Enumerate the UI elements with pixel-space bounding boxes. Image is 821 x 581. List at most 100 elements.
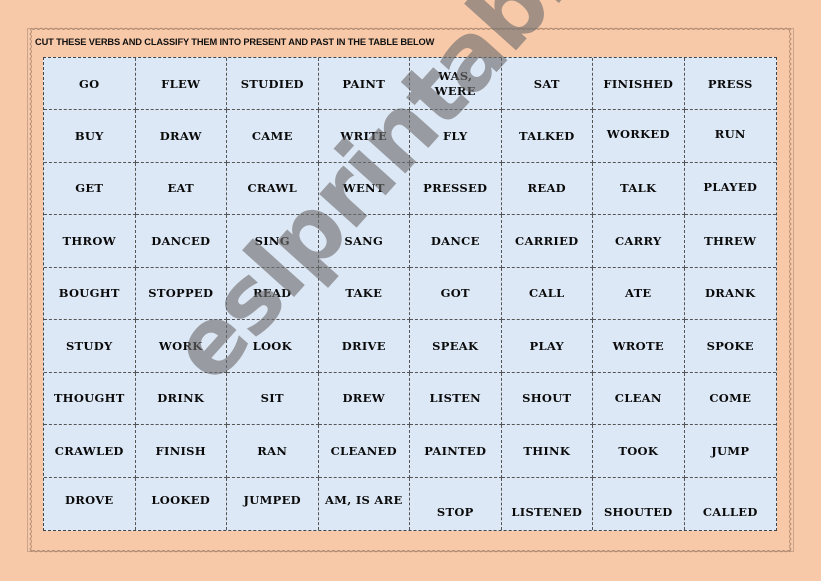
verb-card-label: GOT [440, 286, 470, 301]
verb-card[interactable]: CLEAN [593, 372, 685, 426]
verb-card[interactable]: GET [44, 162, 136, 216]
verb-card[interactable]: PAINTED [410, 425, 502, 478]
verb-card[interactable]: RUN [684, 110, 776, 163]
verb-card[interactable]: DRANK [684, 268, 776, 321]
verb-card-label: CARRIED [515, 233, 579, 248]
verb-card[interactable]: SAT [501, 58, 593, 111]
verb-card[interactable]: DROVE [44, 477, 136, 530]
verb-card-label: THREW [704, 233, 757, 248]
verb-card[interactable]: SIT [227, 372, 319, 426]
verb-card[interactable]: DRIVE [318, 320, 410, 373]
verb-card-label: RUN [714, 127, 746, 142]
verb-card[interactable]: CARRIED [501, 215, 593, 268]
verb-card[interactable]: SHOUTED [593, 477, 685, 530]
verb-card[interactable]: DANCED [135, 215, 227, 268]
verb-card[interactable]: STUDIED [227, 58, 319, 111]
verb-card-label: CLEANED [330, 443, 397, 458]
verb-card[interactable]: PAINT [318, 58, 410, 111]
verb-card[interactable]: TALK [593, 162, 685, 216]
verb-card-label: TALK [620, 181, 657, 196]
verb-card-label: FINISHED [603, 76, 674, 91]
verb-card[interactable]: GOT [410, 267, 502, 321]
verb-card-label: DROVE [64, 492, 114, 507]
verb-card[interactable]: CARRY [593, 215, 685, 268]
verb-card[interactable]: FINISH [135, 425, 227, 478]
verb-card[interactable]: SPEAK [410, 320, 502, 373]
verb-card[interactable]: LOOK [227, 320, 319, 373]
verb-card[interactable]: THROW [44, 215, 136, 268]
verb-card[interactable]: STOP [410, 477, 502, 530]
verb-card[interactable]: TOOK [593, 425, 685, 478]
verb-card[interactable]: WROTE [593, 320, 685, 373]
verb-card[interactable]: CALLED [685, 478, 777, 530]
verb-card[interactable]: SANG [318, 215, 410, 268]
verb-card[interactable]: JUMPED [227, 477, 319, 530]
verb-card-label: COME [709, 391, 752, 406]
verb-card[interactable]: LISTENED [502, 477, 593, 530]
verb-card[interactable]: STOPPED [135, 267, 227, 321]
verb-card-label: LOOKED [151, 492, 211, 507]
verb-card[interactable]: COME [684, 373, 776, 426]
verb-card-label: EAT [167, 181, 195, 196]
verb-card[interactable]: EAT [135, 162, 227, 216]
verb-card[interactable]: WAS, WERE [410, 58, 502, 111]
verb-card[interactable]: GO [44, 58, 136, 111]
verb-card[interactable]: DRAW [135, 110, 227, 163]
verb-card[interactable]: PLAY [501, 320, 593, 373]
verb-card[interactable]: DRINK [135, 372, 227, 426]
verb-card-label: PLAY [529, 338, 564, 353]
verb-card-label: FLY [442, 128, 468, 143]
verb-card-label: WENT [342, 181, 385, 196]
verb-card[interactable]: STUDY [44, 320, 136, 373]
verb-card-label: ATE [624, 286, 652, 301]
verb-card-label: DRINK [157, 391, 205, 406]
verb-card[interactable]: PRESS [684, 58, 776, 111]
verb-card[interactable]: FLEW [135, 58, 227, 111]
verb-card-label: DRAW [159, 128, 202, 143]
verb-card-label: AM, IS ARE [324, 492, 403, 507]
verb-card[interactable]: WORKED [593, 110, 685, 163]
verb-card-label: STOP [436, 504, 474, 519]
verb-card-label: GO [79, 76, 100, 91]
verb-card[interactable]: DREW [318, 372, 410, 426]
verb-card[interactable]: READ [501, 162, 593, 216]
verb-card[interactable]: DANCE [410, 215, 502, 268]
instruction-text: CUT THESE VERBS AND CLASSIFY THEM INTO P… [35, 37, 435, 47]
verb-card[interactable]: CLEANED [318, 425, 410, 478]
verb-card[interactable]: SING [227, 215, 319, 268]
verb-card[interactable]: CRAWLED [44, 425, 136, 478]
verb-card[interactable]: TALKED [501, 110, 593, 163]
verb-card[interactable]: AM, IS ARE [319, 477, 410, 530]
verb-card[interactable]: ATE [593, 267, 685, 321]
verb-card-label: BOUGHT [58, 286, 120, 301]
verb-card[interactable]: CALL [501, 267, 593, 321]
verb-card[interactable]: BUY [44, 110, 136, 163]
verb-card[interactable]: CAME [227, 110, 319, 163]
verb-card[interactable]: WENT [318, 162, 410, 216]
verb-card[interactable]: CRAWL [227, 162, 319, 216]
verb-card[interactable]: SPOKE [684, 320, 776, 373]
verb-card[interactable]: THOUGHT [44, 372, 136, 426]
verb-card[interactable]: THINK [501, 425, 593, 478]
verb-card[interactable]: BOUGHT [44, 267, 136, 321]
verb-card[interactable]: FLY [410, 110, 502, 163]
verb-card-label: WORKED [606, 127, 670, 142]
verb-card[interactable]: WORK [135, 320, 227, 373]
verb-card[interactable]: FINISHED [593, 58, 685, 111]
verb-card[interactable]: READ [227, 267, 319, 321]
verb-card[interactable]: PLAYED [684, 163, 776, 216]
verb-card[interactable]: LOOKED [136, 477, 227, 530]
verb-card[interactable]: LISTEN [410, 372, 502, 426]
verb-card[interactable]: RAN [227, 425, 319, 478]
verb-card[interactable]: SHOUT [501, 372, 593, 426]
verb-card[interactable]: TAKE [318, 267, 410, 321]
verb-card[interactable]: THREW [684, 215, 776, 268]
verb-card-label: SAT [533, 76, 560, 91]
verb-card-label: STUDIED [240, 76, 304, 91]
verb-card[interactable]: JUMP [684, 425, 776, 478]
verb-card[interactable]: PRESSED [410, 162, 502, 216]
verb-card-label: DREW [342, 391, 385, 406]
verb-card[interactable]: WRITE [318, 110, 410, 163]
verb-card-label: FINISH [155, 443, 206, 458]
verb-card-label: DRIVE [341, 338, 386, 353]
